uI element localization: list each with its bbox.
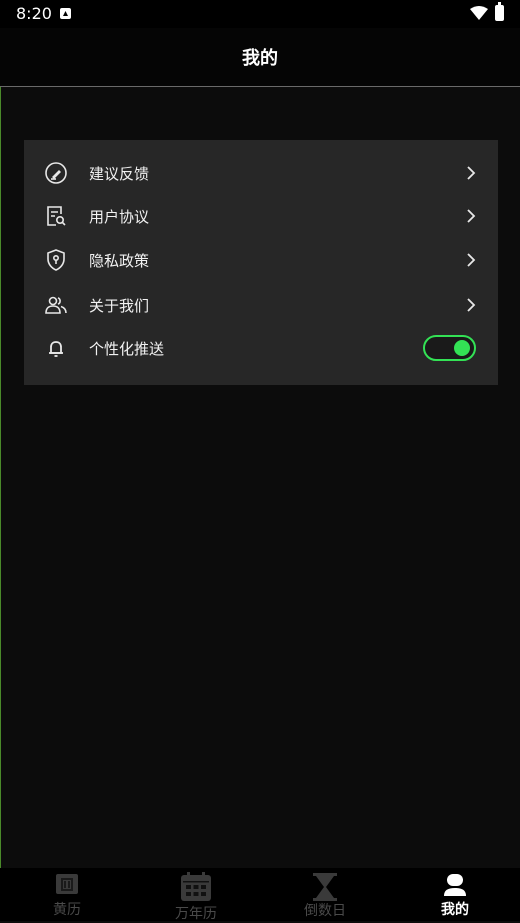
menu-card: 建议反馈 用户协议 隐私政策 关于我们 个性化推送 [24,140,498,385]
tab-countdown[interactable]: 倒数日 [260,868,390,921]
profile-icon [444,874,466,896]
notification-a-icon [60,8,71,19]
shield-lock-icon [47,249,65,271]
almanac-icon [56,874,78,894]
hourglass-icon [313,873,337,901]
push-toggle[interactable] [423,335,476,361]
chevron-right-icon [467,298,476,312]
menu-item-privacy-policy[interactable]: 隐私政策 [24,238,498,282]
page-title: 我的 [242,48,278,69]
header: 我的 [0,28,520,87]
edit-circle-icon [45,162,67,184]
tab-calendar[interactable]: 万年历 [131,868,261,922]
tab-almanac[interactable]: 黄历 [2,868,132,921]
chevron-right-icon [467,166,476,180]
menu-item-label: 建议反馈 [89,165,150,183]
document-search-icon [47,206,66,226]
tab-label: 我的 [441,902,469,918]
tab-label: 万年历 [175,906,217,922]
menu-item-about-us[interactable]: 关于我们 [24,283,498,327]
menu-item-label: 关于我们 [89,297,150,315]
bottom-tab-bar: 黄历 万年历 倒数日 我的 [0,868,520,922]
bell-icon [49,341,63,357]
wifi-icon [470,6,488,20]
users-icon [45,296,67,314]
chevron-right-icon [467,209,476,223]
calendar-icon [181,872,211,901]
menu-item-feedback[interactable]: 建议反馈 [24,151,498,195]
toggle-knob [454,340,470,356]
menu-item-user-agreement[interactable]: 用户协议 [24,194,498,238]
tab-profile[interactable]: 我的 [390,868,520,921]
tab-label: 黄历 [53,902,81,918]
status-bar: 8:20 [0,0,520,28]
chevron-right-icon [467,253,476,267]
tab-label: 倒数日 [304,903,346,919]
menu-item-label: 个性化推送 [89,340,165,358]
menu-item-label: 用户协议 [89,208,150,226]
menu-item-label: 隐私政策 [89,252,150,270]
battery-icon [495,2,504,21]
left-edge-line [0,28,1,868]
status-time: 8:20 [16,4,52,23]
